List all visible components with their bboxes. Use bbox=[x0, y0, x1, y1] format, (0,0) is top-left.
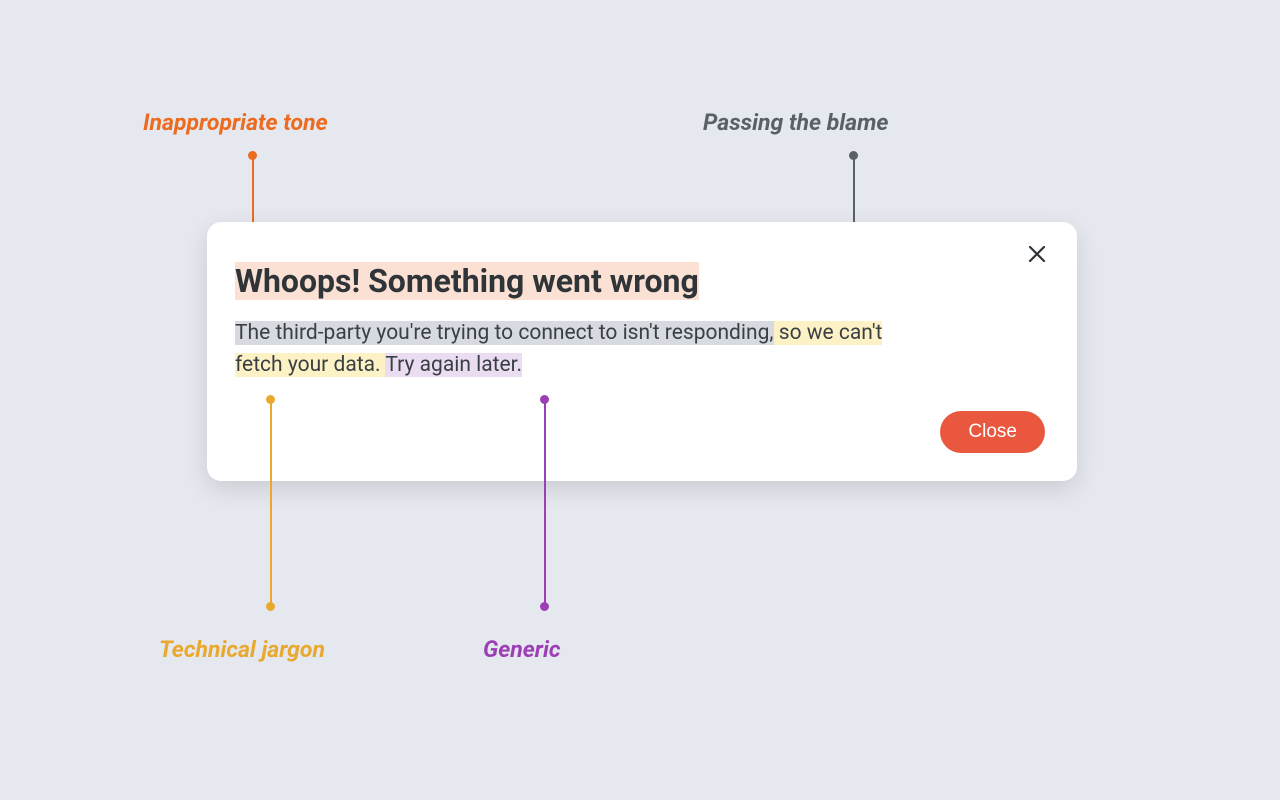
body-blame-segment: The third-party you're trying to connect… bbox=[235, 321, 774, 345]
annotation-generic-line bbox=[544, 399, 546, 604]
annotation-tone-label: Inappropriate tone bbox=[143, 109, 328, 136]
annotation-blame-label: Passing the blame bbox=[703, 109, 888, 136]
annotation-jargon-label: Technical jargon bbox=[159, 636, 325, 663]
annotation-jargon-dot-bottom bbox=[266, 602, 275, 611]
dialog-title: Whoops! Something went wrong bbox=[235, 262, 699, 300]
body-generic-segment: Try again later. bbox=[385, 353, 522, 377]
annotation-jargon-line bbox=[270, 399, 272, 604]
annotation-generic-label: Generic bbox=[483, 636, 561, 663]
body-jargon-segment-2: fetch your data. bbox=[235, 353, 385, 377]
close-button[interactable]: Close bbox=[940, 411, 1045, 453]
body-jargon-segment-1: so we can't bbox=[774, 321, 883, 345]
annotation-generic-dot-bottom bbox=[540, 602, 549, 611]
dialog-title-wrap: Whoops! Something went wrong bbox=[235, 262, 1045, 300]
error-dialog: Whoops! Something went wrong The third-p… bbox=[207, 222, 1077, 481]
close-icon[interactable] bbox=[1025, 242, 1053, 270]
dialog-body: The third-party you're trying to connect… bbox=[235, 318, 1045, 441]
